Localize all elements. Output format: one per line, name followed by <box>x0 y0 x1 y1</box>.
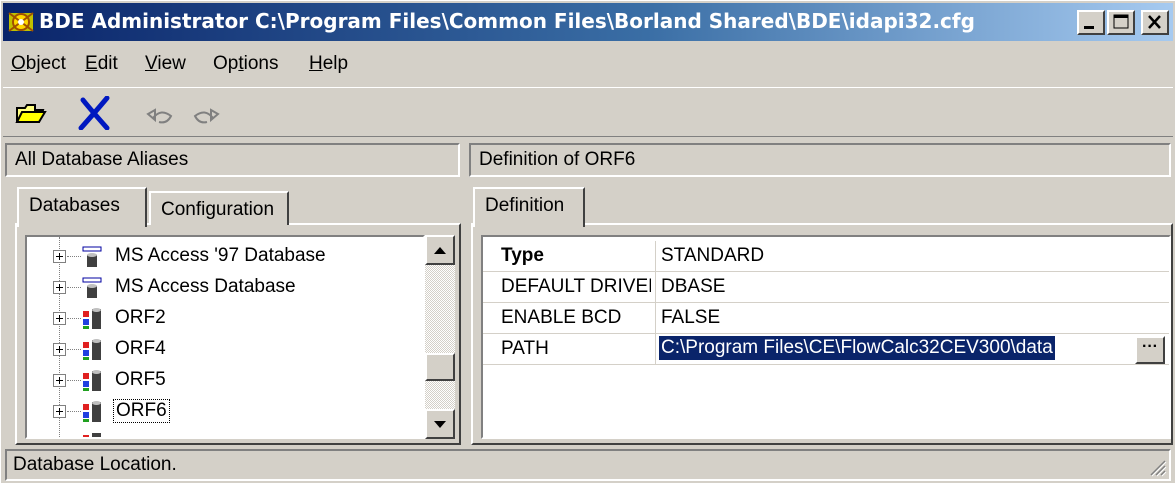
grid-row-type[interactable]: Type STANDARD <box>483 241 1169 272</box>
maximize-icon <box>1113 14 1129 29</box>
tree-connector <box>67 256 81 257</box>
minimize-icon <box>1084 26 1094 29</box>
scroll-up-button[interactable] <box>425 235 455 265</box>
bde-administrator-window: BDE Administrator C:\Program Files\Commo… <box>0 0 1176 484</box>
tree-node-label-selected: ORF6 <box>113 399 170 423</box>
expand-icon[interactable] <box>53 405 66 418</box>
grid-separator <box>655 334 656 365</box>
expand-icon[interactable] <box>53 374 66 387</box>
tree-connector <box>67 349 81 350</box>
menu-edit-label: dit <box>97 53 118 74</box>
tree-node-label: ORF5 <box>115 369 166 390</box>
resize-grip-icon[interactable] <box>1147 457 1167 477</box>
expand-icon[interactable] <box>53 343 66 356</box>
grid-value[interactable]: DBASE <box>661 276 725 298</box>
grid-row-path[interactable]: PATH C:\Program Files\CE\FlowCalc32CEV30… <box>483 334 1169 365</box>
grid-key: Type <box>501 245 544 266</box>
window-title: BDE Administrator C:\Program Files\Commo… <box>39 9 975 33</box>
menu-view-label: iew <box>157 53 186 74</box>
expand-icon[interactable] <box>53 250 66 263</box>
menu-bar: Object Edit View Options Help <box>3 45 1173 85</box>
redo-icon[interactable] <box>187 96 223 130</box>
tree-scrollbar[interactable] <box>425 235 455 439</box>
undo-icon[interactable] <box>143 96 179 130</box>
menu-object[interactable]: Object <box>11 53 66 75</box>
menu-help[interactable]: Help <box>309 53 348 75</box>
menu-view-mnemonic: V <box>145 53 158 74</box>
tree-node-partial <box>27 427 423 437</box>
grid-separator <box>655 272 656 303</box>
tree-node-orf2[interactable]: ORF2 <box>27 303 423 334</box>
expand-icon[interactable] <box>53 312 66 325</box>
arrow-down-icon <box>434 421 446 428</box>
status-text: Database Location. <box>13 454 177 475</box>
odbc-driver-icon <box>82 277 102 298</box>
database-alias-tree[interactable]: MS Access '97 Database MS Access Databas… <box>25 235 425 439</box>
tree-node-ms-access[interactable]: MS Access Database <box>27 272 423 303</box>
tree-node-label: MS Access '97 Database <box>115 245 326 266</box>
scroll-thumb[interactable] <box>425 353 455 381</box>
grid-value[interactable]: STANDARD <box>661 245 764 267</box>
menu-edit-mnemonic: E <box>85 53 98 74</box>
grid-key: PATH <box>501 338 549 359</box>
menu-options-label: ions <box>243 53 279 74</box>
menu-help-mnemonic: H <box>309 53 323 74</box>
standard-alias-icon <box>83 401 101 422</box>
close-button[interactable] <box>1141 10 1169 35</box>
menu-edit[interactable]: Edit <box>85 53 118 75</box>
tree-node-orf5[interactable]: ORF5 <box>27 365 423 396</box>
standard-alias-icon <box>83 339 101 360</box>
grid-row-enable-bcd[interactable]: ENABLE BCD FALSE <box>483 303 1169 334</box>
minimize-button[interactable] <box>1077 10 1105 35</box>
grid-separator <box>655 303 656 334</box>
bde-app-icon <box>8 12 34 32</box>
menu-view[interactable]: View <box>145 53 186 75</box>
tab-databases[interactable]: Databases <box>17 187 147 227</box>
standard-alias-icon <box>83 308 101 329</box>
tree-connector <box>67 380 81 381</box>
tree-node-orf4[interactable]: ORF4 <box>27 334 423 365</box>
left-panel-header: All Database Aliases <box>5 143 460 177</box>
right-panel-header: Definition of ORF6 <box>469 143 1171 177</box>
tab-configuration[interactable]: Configuration <box>149 191 289 225</box>
odbc-driver-icon <box>82 246 102 267</box>
grid-value[interactable]: FALSE <box>661 307 720 329</box>
arrow-up-icon <box>434 247 446 254</box>
menu-options-prefix: Op <box>213 53 239 74</box>
title-bar[interactable]: BDE Administrator C:\Program Files\Commo… <box>3 3 1173 41</box>
maximize-button[interactable] <box>1107 10 1135 35</box>
definition-grid[interactable]: Type STANDARD DEFAULT DRIVER DBASE ENABL… <box>481 235 1171 439</box>
menu-help-label: elp <box>322 53 349 74</box>
browse-path-button[interactable]: ··· <box>1135 336 1165 364</box>
tree-node-label: ORF4 <box>115 338 166 359</box>
grid-row-default-driver[interactable]: DEFAULT DRIVER DBASE <box>483 272 1169 303</box>
close-icon <box>1148 15 1161 29</box>
grid-separator <box>655 241 656 272</box>
standard-alias-icon <box>83 370 101 391</box>
toolbar <box>3 87 1173 137</box>
tree-connector <box>67 411 81 412</box>
menu-object-mnemonic: O <box>11 53 26 74</box>
open-folder-icon[interactable] <box>13 96 49 130</box>
tree-node-label: MS Access Database <box>115 276 296 297</box>
grid-key: ENABLE BCD <box>501 307 622 328</box>
path-value-field[interactable]: C:\Program Files\CE\FlowCalc32CEV300\dat… <box>659 336 1055 360</box>
tree-connector <box>67 287 81 288</box>
tree-connector <box>67 318 81 319</box>
standard-alias-icon <box>83 433 101 437</box>
menu-options[interactable]: Options <box>213 53 279 75</box>
status-bar: Database Location. <box>5 449 1171 481</box>
tab-definition[interactable]: Definition <box>473 187 585 227</box>
expand-icon[interactable] <box>53 281 66 294</box>
delete-x-icon[interactable] <box>77 96 113 130</box>
scroll-down-button[interactable] <box>425 409 455 439</box>
tree-node-orf6[interactable]: ORF6 <box>27 396 423 427</box>
tree-node-ms-access-97[interactable]: MS Access '97 Database <box>27 241 423 272</box>
tree-node-label: ORF2 <box>115 307 166 328</box>
menu-object-label: bject <box>25 53 66 74</box>
grid-key: DEFAULT DRIVER <box>501 276 651 297</box>
